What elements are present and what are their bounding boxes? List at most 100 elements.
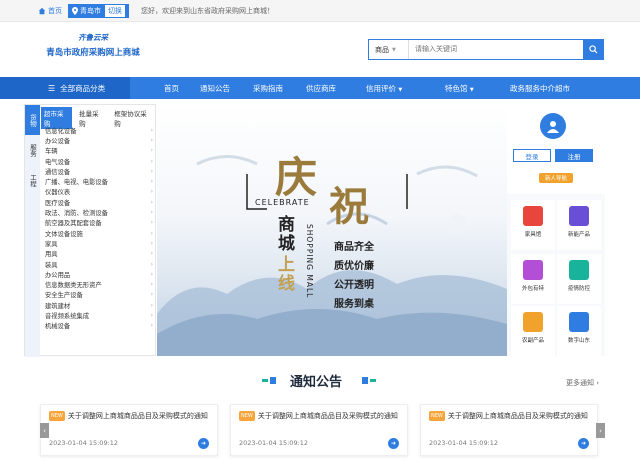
tab-engineering[interactable]: 工程 bbox=[25, 165, 40, 195]
service-agriculture[interactable]: 农副产品 bbox=[511, 306, 555, 356]
newbie-guide-button[interactable]: 新人导航 bbox=[539, 173, 573, 183]
category-type-tabs: 货物 服务 工程 bbox=[25, 105, 40, 357]
notice-card[interactable]: NEW 关于调整网上商城商品品目及采购模式的通知 2023-01-04 15:09… bbox=[40, 404, 218, 456]
category-item[interactable]: 信息化设备 › bbox=[45, 125, 153, 135]
service-outsourcing[interactable]: 外包有特 bbox=[511, 254, 555, 304]
category-label: 音视频系统集成 bbox=[45, 312, 90, 320]
category-item[interactable]: 装具 › bbox=[45, 259, 153, 269]
nav-guide[interactable]: 采购指南 bbox=[253, 83, 283, 94]
agriculture-bag-icon bbox=[523, 312, 543, 332]
chevron-right-icon: › bbox=[150, 157, 153, 165]
category-label: 装具 bbox=[45, 261, 58, 269]
menu-icon: ☰ bbox=[48, 83, 56, 93]
banner-slogan: 服务到桌 bbox=[334, 299, 374, 310]
category-item[interactable]: 家具 › bbox=[45, 238, 153, 248]
nav-special-label: 特色馆 bbox=[445, 84, 468, 93]
category-item[interactable]: 文体设备设施 › bbox=[45, 228, 153, 238]
service-label: 新能产品 bbox=[567, 232, 590, 238]
arrow-right-icon[interactable]: ➜ bbox=[578, 438, 589, 449]
chevron-left-icon: ‹ bbox=[43, 426, 46, 435]
category-item[interactable]: 机械设备 › bbox=[45, 321, 153, 331]
category-label: 车辆 bbox=[45, 148, 58, 156]
category-item[interactable]: 仪器仪表 › bbox=[45, 187, 153, 197]
notice-card[interactable]: NEW 关于调整网上商城商品品目及采购模式的通知 2023-01-04 15:09… bbox=[230, 404, 408, 456]
category-item[interactable]: 电气设备 › bbox=[45, 156, 153, 166]
category-item[interactable]: 通信设备 › bbox=[45, 166, 153, 176]
chevron-right-icon: › bbox=[150, 126, 153, 134]
nav-special[interactable]: 特色馆 ▼ bbox=[445, 83, 474, 94]
category-label: 机械设备 bbox=[45, 323, 71, 331]
site-logo[interactable]: 齐鲁云采 青岛市政府采购网上商城 bbox=[38, 32, 148, 72]
notice-section-header: 通知公告 bbox=[0, 366, 640, 396]
category-item[interactable]: 音视频系统集成 › bbox=[45, 310, 153, 320]
category-label: 办公设备 bbox=[45, 137, 71, 145]
more-notices-link[interactable]: 更多通知 › bbox=[566, 378, 599, 388]
search-bar: 商品 ▼ bbox=[368, 39, 604, 60]
home-icon bbox=[38, 7, 46, 14]
login-button[interactable]: 登录 bbox=[513, 149, 551, 162]
chevron-right-icon: › bbox=[150, 178, 153, 186]
category-item[interactable]: 信息数据类无形资产 › bbox=[45, 279, 153, 289]
banner-mall-en: SHOPPING MALL bbox=[305, 224, 314, 299]
arrow-right-icon[interactable]: ➜ bbox=[388, 438, 399, 449]
category-label: 信息数据类无形资产 bbox=[45, 282, 102, 290]
service-label: 数字山东 bbox=[567, 338, 590, 344]
search-category-label: 商品 bbox=[375, 45, 389, 54]
category-item[interactable]: 用具 › bbox=[45, 249, 153, 259]
service-epidemic[interactable]: 疫情防控 bbox=[557, 254, 601, 304]
service-furniture[interactable]: 家具馆 bbox=[511, 200, 555, 250]
avatar bbox=[540, 113, 566, 139]
search-category-select[interactable]: 商品 ▼ bbox=[369, 40, 409, 59]
home-link[interactable]: 首页 bbox=[38, 6, 62, 16]
category-list: 信息化设备 › 办公设备 › 车辆 › 电气设备 › 通信设备 › 广播、电视、电影设备 › 仪器仪表 ›… bbox=[45, 125, 153, 331]
location-selector[interactable]: 青岛市 切换 bbox=[68, 3, 129, 18]
banner-char-qing: 庆 bbox=[275, 153, 318, 202]
banner-char-cheng: 城 bbox=[278, 234, 295, 254]
promo-banner[interactable]: 庆 祝 CELEBRATE 商 城 上 线 SHOPPING MALL 商品齐全… bbox=[157, 104, 507, 356]
notice-card-title: 关于调整网上商城商品品目及采购模式的通知 bbox=[257, 412, 398, 420]
search-button[interactable] bbox=[583, 40, 603, 59]
switch-city-button[interactable]: 切换 bbox=[105, 4, 125, 17]
notice-card-date: 2023-01-04 15:09:12 bbox=[429, 439, 499, 447]
chevron-right-icon: › bbox=[150, 209, 153, 217]
category-item[interactable]: 车辆 › bbox=[45, 146, 153, 156]
chevron-right-icon: › bbox=[150, 136, 153, 144]
search-input[interactable] bbox=[409, 40, 583, 59]
banner-char-shang: 商 bbox=[278, 215, 295, 235]
nav-home[interactable]: 首页 bbox=[164, 83, 179, 94]
category-item[interactable]: 办公设备 › bbox=[45, 135, 153, 145]
category-item[interactable]: 安全生产设备 › bbox=[45, 290, 153, 300]
arrow-right-icon[interactable]: ➜ bbox=[198, 438, 209, 449]
banner-online: 上 线 bbox=[278, 256, 298, 294]
register-button[interactable]: 注册 bbox=[555, 149, 593, 162]
category-item[interactable]: 办公用品 › bbox=[45, 269, 153, 279]
nav-intermediary[interactable]: 政务服务中介超市 bbox=[510, 83, 570, 94]
all-categories-button[interactable]: ☰ 全部商品分类 bbox=[0, 77, 130, 99]
banner-char-zhu: 祝 bbox=[329, 183, 369, 230]
service-new-energy[interactable]: 新能产品 bbox=[557, 200, 601, 250]
tab-services[interactable]: 服务 bbox=[25, 135, 40, 165]
nav-suppliers[interactable]: 供应商库 bbox=[306, 83, 336, 94]
category-item[interactable]: 政法、消防、检测设备 › bbox=[45, 207, 153, 217]
category-item[interactable]: 航空器及其配套设备 › bbox=[45, 218, 153, 228]
carousel-next-button[interactable]: › bbox=[596, 423, 605, 438]
category-item[interactable]: 建筑建材 › bbox=[45, 300, 153, 310]
category-item[interactable]: 广播、电视、电影设备 › bbox=[45, 176, 153, 186]
notice-card-date: 2023-01-04 15:09:12 bbox=[49, 439, 119, 447]
search-icon bbox=[588, 45, 598, 54]
carousel-prev-button[interactable]: ‹ bbox=[40, 423, 49, 438]
nav-credit[interactable]: 信用评价 ▼ bbox=[366, 83, 402, 94]
service-digital-shandong[interactable]: 数字山东 bbox=[557, 306, 601, 356]
category-item[interactable]: 医疗设备 › bbox=[45, 197, 153, 207]
banner-char-xian: 线 bbox=[278, 274, 295, 294]
category-label: 电气设备 bbox=[45, 158, 71, 166]
category-label: 办公用品 bbox=[45, 271, 71, 279]
notice-card[interactable]: NEW 关于调整网上商城商品品目及采购模式的通知 2023-01-04 15:09… bbox=[420, 404, 598, 456]
banner-slogan: 商品齐全 bbox=[334, 242, 374, 253]
chevron-right-icon: › bbox=[150, 311, 153, 319]
welcome-text: 您好，欢迎来到山东省政府采购网上商城！ bbox=[141, 6, 274, 15]
category-label: 通信设备 bbox=[45, 168, 71, 176]
nav-notices[interactable]: 通知公告 bbox=[200, 83, 230, 94]
tab-goods[interactable]: 货物 bbox=[25, 105, 40, 135]
top-bar: 首页 青岛市 切换 您好，欢迎来到山东省政府采购网上商城！ bbox=[0, 0, 640, 22]
